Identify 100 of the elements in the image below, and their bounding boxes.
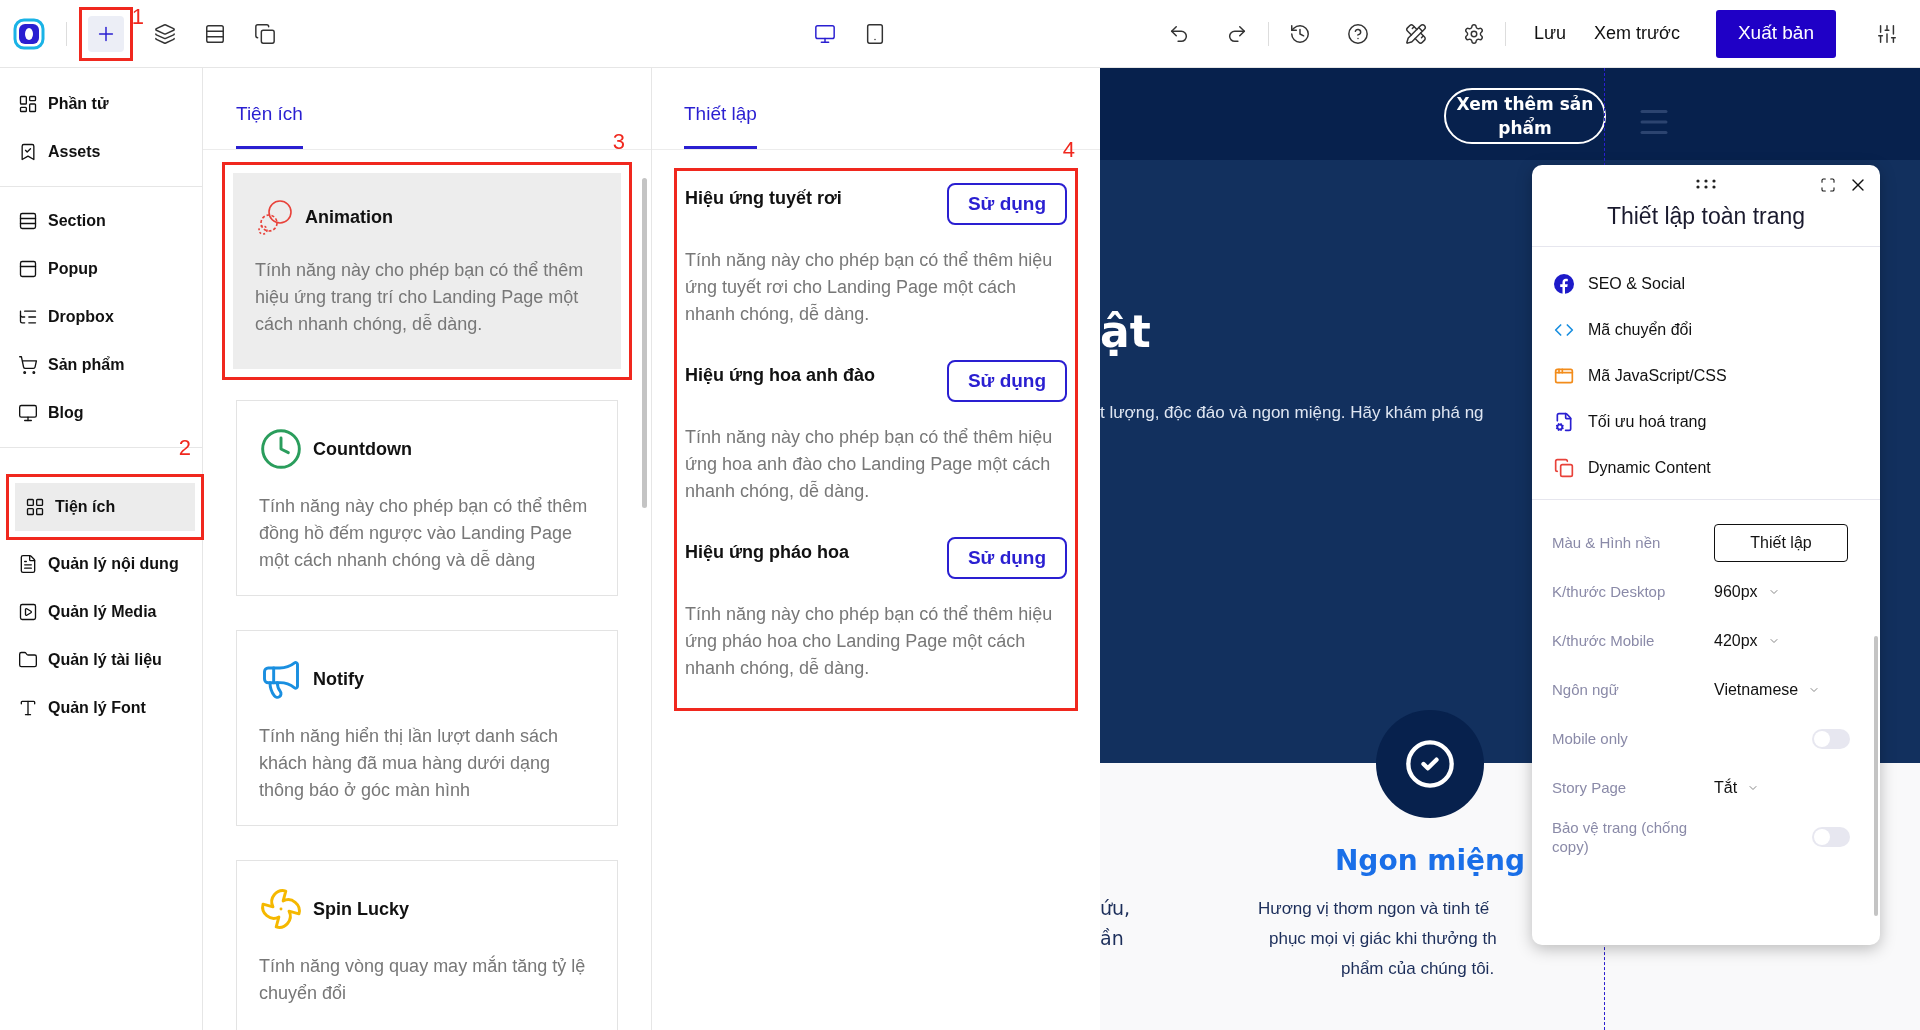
feature-text: Hương vị thơm ngon và tinh tế xyxy=(1258,898,1490,920)
annotation-number: 2 xyxy=(178,437,191,459)
nav-item[interactable]: Assets xyxy=(0,128,202,176)
annotation-number: 3 xyxy=(612,131,625,153)
nav-item[interactable]: Phần tử xyxy=(0,80,202,128)
setting-label: Màu & Hình nền xyxy=(1552,533,1662,552)
widget-title: Animation xyxy=(305,205,393,229)
setup-button[interactable]: Thiết lập xyxy=(1714,523,1848,562)
effect-description: Tính năng này cho phép bạn có thể thêm hiệu ứng tuyết rơi cho Landing Page một cách nhanh chóng, dễ dàng. xyxy=(685,249,1054,326)
settings-menu-item[interactable]: Dynamic Content xyxy=(1532,445,1880,491)
social-icon xyxy=(1554,274,1574,294)
more-products-button[interactable]: Xem thêm sản phẩm xyxy=(1444,88,1606,144)
effect-title: Hiệu ứng pháo hoa xyxy=(685,541,850,564)
select-field[interactable]: 420px xyxy=(1714,628,1780,653)
widget-description: Tính năng hiển thị lần lượt danh sách khách hàng đã mua hàng dưới dạng thông báo ở góc màn hình xyxy=(259,725,560,802)
toggle-switch[interactable] xyxy=(1812,728,1850,749)
nav-item[interactable]: Quản lý Media xyxy=(0,588,202,636)
settings-icon[interactable] xyxy=(1462,22,1485,45)
settings-menu-item[interactable]: SEO & Social xyxy=(1532,261,1880,307)
nav-item[interactable]: Quản lý nội dung xyxy=(0,540,202,588)
tools-icon[interactable] xyxy=(1404,22,1427,45)
settings-tab[interactable]: Thiết lập xyxy=(684,99,757,149)
feature-title: Ngon miệng xyxy=(1334,843,1526,879)
nav-item[interactable]: Popup xyxy=(0,245,202,293)
code-window-icon xyxy=(1554,366,1574,386)
document-icon xyxy=(18,554,38,574)
publish-button[interactable]: Xuất bản xyxy=(1715,9,1836,58)
sliders-icon[interactable] xyxy=(1876,22,1898,45)
widget-card[interactable]: Animation Tính năng này cho phép bạn có thể thêm hiệu ứng trang trí cho Landing Page một cách nhanh chóng, dễ dàng. xyxy=(233,173,621,369)
nav-item[interactable]: Sản phẩm xyxy=(0,341,202,389)
rows-icon xyxy=(204,22,226,45)
fan-icon xyxy=(259,887,303,931)
section-icon xyxy=(18,211,38,231)
widget-card[interactable]: Spin Lucky Tính năng vòng quay may mắn tăng tỷ lệ chuyển đổi xyxy=(236,860,618,1030)
help-icon[interactable] xyxy=(1346,22,1369,45)
setting-label: Mobile only xyxy=(1552,729,1629,748)
windows-icon xyxy=(254,22,276,45)
monitor-icon xyxy=(814,22,837,45)
nav-item[interactable]: Dropbox xyxy=(0,293,202,341)
feature-text: ứu, xyxy=(1100,896,1132,921)
widget-card[interactable]: Countdown Tính năng này cho phép bạn có thể thêm đồng hồ đếm ngược vào Landing Page một cách nhanh chóng và dễ dàng xyxy=(236,400,618,596)
setting-label: Ngôn ngữ xyxy=(1552,680,1620,699)
bubbles-icon xyxy=(255,199,295,235)
expand-icon[interactable] xyxy=(1820,177,1836,193)
widget-description: Tính năng này cho phép bạn có thể thêm đồng hồ đếm ngược vào Landing Page một cách nhanh chóng và dễ dàng xyxy=(259,495,589,572)
nav-item[interactable]: Quản lý tài liệu xyxy=(0,636,202,684)
use-button[interactable]: Sử dụng xyxy=(947,360,1067,402)
cart-icon xyxy=(18,355,38,375)
nav-item[interactable]: Quản lý Font xyxy=(0,684,202,732)
scrollbar[interactable] xyxy=(1874,636,1878,916)
setting-label: K/thước Mobile xyxy=(1552,631,1656,650)
grid-icon xyxy=(25,497,45,517)
add-tool[interactable] xyxy=(88,15,124,52)
preview-button[interactable]: Xem trước xyxy=(1586,20,1688,47)
popup-icon xyxy=(18,259,38,279)
save-button[interactable]: Lưu xyxy=(1525,20,1575,47)
nav-item[interactable]: Section xyxy=(0,197,202,245)
setting-label: Bảo vệ trang (chống copy) xyxy=(1552,817,1689,856)
history-icon[interactable] xyxy=(1288,22,1311,45)
setting-label: Story Page xyxy=(1552,778,1628,797)
widget-title: Countdown xyxy=(313,437,412,461)
elements-icon xyxy=(18,94,38,114)
feature-text: phục mọi vị giác khi thưởng th xyxy=(1269,928,1497,950)
media-icon xyxy=(18,602,38,622)
select-field[interactable]: Vietnamese xyxy=(1714,677,1821,702)
annotation-number: 4 xyxy=(1062,139,1075,161)
settings-menu-item[interactable]: Mã chuyển đổi xyxy=(1532,307,1880,353)
stacked-pages-icon xyxy=(1554,458,1574,478)
hero-title: ật xyxy=(1100,310,1151,354)
effect-title: Hiệu ứng hoa anh đào xyxy=(685,364,876,387)
toggle-switch[interactable] xyxy=(1812,826,1850,847)
drag-handle-icon[interactable] xyxy=(1695,179,1717,189)
widgets-tab[interactable]: Tiện ích xyxy=(236,99,303,149)
settings-menu-item[interactable]: Mã JavaScript/CSS xyxy=(1532,353,1880,399)
nav-item[interactable]: Blog xyxy=(0,389,202,437)
nav-item[interactable]: Tiện ích xyxy=(15,483,195,531)
use-button[interactable]: Sử dụng xyxy=(947,537,1067,579)
scrollbar[interactable] xyxy=(642,178,647,508)
widget-description: Tính năng vòng quay may mắn tăng tỷ lệ chuyển đổi xyxy=(259,954,587,1005)
monitor-icon xyxy=(18,403,38,423)
check-icon xyxy=(1404,738,1456,790)
panel-title: Thiết lập toàn trang xyxy=(1606,202,1806,231)
select-field[interactable]: 960px xyxy=(1714,579,1780,604)
use-button[interactable]: Sử dụng xyxy=(947,183,1067,225)
annotation-number: 1 xyxy=(131,5,144,28)
setting-label: K/thước Desktop xyxy=(1552,582,1667,601)
hero-text: t lượng, độc đáo và ngon miệng. Hãy khám phá ng xyxy=(1100,402,1484,424)
settings-menu-item[interactable]: Tối ưu hoá trang xyxy=(1532,399,1880,445)
widget-title: Notify xyxy=(313,667,364,691)
folder-icon xyxy=(18,650,38,670)
widget-description: Tính năng này cho phép bạn có thể thêm hiệu ứng trang trí cho Landing Page một cách nhanh chóng, dễ dàng. xyxy=(255,259,585,336)
effect-description: Tính năng này cho phép bạn có thể thêm hiệu ứng pháo hoa cho Landing Page một cách nhanh chóng, dễ dàng. xyxy=(685,603,1054,680)
widget-card[interactable]: Notify Tính năng hiển thị lần lượt danh sách khách hàng đã mua hàng dưới dạng thông báo ở góc màn hình xyxy=(236,630,618,826)
feature-text: ần xyxy=(1100,926,1125,951)
font-icon xyxy=(18,698,38,718)
effect-title: Hiệu ứng tuyết rơi xyxy=(685,187,842,210)
logo-icon xyxy=(12,16,46,51)
select-field[interactable]: Tắt xyxy=(1714,775,1760,800)
feature-text: phẩm của chúng tôi. xyxy=(1341,958,1495,980)
clock-icon xyxy=(259,427,303,471)
